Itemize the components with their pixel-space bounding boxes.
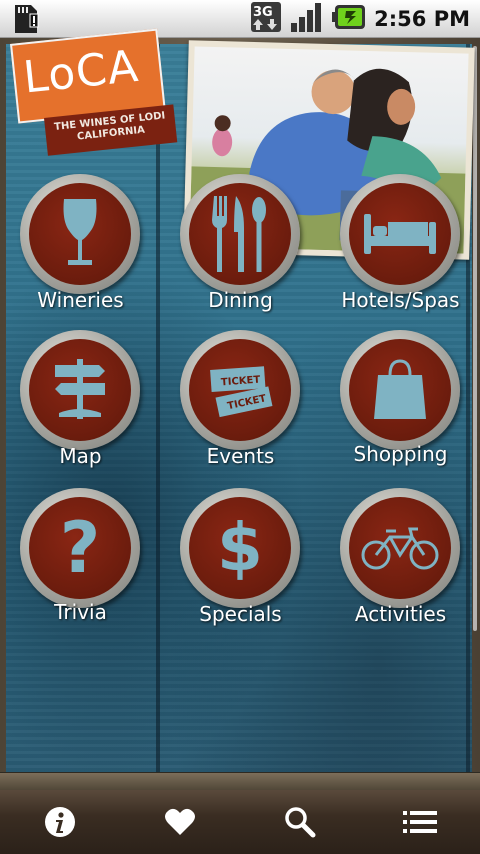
- shopping-button[interactable]: Shopping: [323, 326, 473, 476]
- wineries-label: Wineries: [37, 288, 124, 312]
- fork-knife-spoon-icon: [189, 183, 291, 285]
- hotels-spas-button[interactable]: Hotels/Spas: [323, 170, 473, 320]
- status-bar: 3G 2:56 PM: [0, 0, 480, 38]
- trivia-label: Trivia: [54, 600, 107, 624]
- map-button[interactable]: Map: [3, 326, 153, 476]
- scrollbar[interactable]: [473, 46, 477, 631]
- trivia-button[interactable]: ? Trivia: [3, 484, 153, 634]
- ticket-icon: TICKET TICKET: [189, 339, 291, 441]
- signal-icon: [290, 1, 324, 37]
- logo-title: LoCA: [20, 40, 142, 104]
- app-logo: LoCA THE WINES OF LODI CALIFORNIA: [10, 28, 178, 164]
- wine-glass-icon: [29, 183, 131, 285]
- activities-label: Activities: [354, 602, 447, 626]
- favorites-button[interactable]: [120, 790, 240, 854]
- clock-time: 2:56 PM: [374, 7, 470, 31]
- list-icon: [403, 811, 437, 833]
- dining-button[interactable]: Dining: [163, 170, 313, 320]
- info-button[interactable]: [0, 790, 120, 854]
- 3g-data-icon: 3G: [250, 1, 282, 37]
- wood-rail: [0, 772, 480, 791]
- dollar-sign-icon: $: [189, 497, 291, 599]
- specials-button[interactable]: $ Specials: [163, 484, 313, 634]
- sd-card-warning-icon: [12, 3, 42, 39]
- bed-icon: [349, 183, 451, 285]
- logo-subtitle: THE WINES OF LODI CALIFORNIA: [53, 110, 166, 143]
- hotels-spas-label: Hotels/Spas: [341, 288, 460, 312]
- shopping-label: Shopping: [353, 442, 448, 466]
- heart-icon: [165, 808, 195, 835]
- map-label: Map: [59, 444, 102, 468]
- shopping-bag-icon: [349, 339, 451, 441]
- activities-button[interactable]: Activities: [323, 484, 473, 634]
- events-button[interactable]: TICKET TICKET Events: [163, 326, 313, 476]
- search-button[interactable]: [240, 790, 360, 854]
- bottom-nav: [0, 790, 480, 854]
- info-icon: [45, 807, 75, 837]
- specials-label: Specials: [199, 602, 282, 626]
- menu-list-button[interactable]: [360, 790, 480, 854]
- battery-charging-icon: [332, 4, 366, 34]
- bicycle-icon: [349, 497, 451, 599]
- question-mark-icon: ?: [29, 497, 131, 599]
- dining-label: Dining: [208, 288, 273, 312]
- signpost-icon: [29, 339, 131, 441]
- wineries-button[interactable]: Wineries: [3, 170, 153, 320]
- events-label: Events: [206, 444, 275, 468]
- search-icon: [285, 807, 316, 838]
- svg-text:3G: 3G: [253, 5, 273, 20]
